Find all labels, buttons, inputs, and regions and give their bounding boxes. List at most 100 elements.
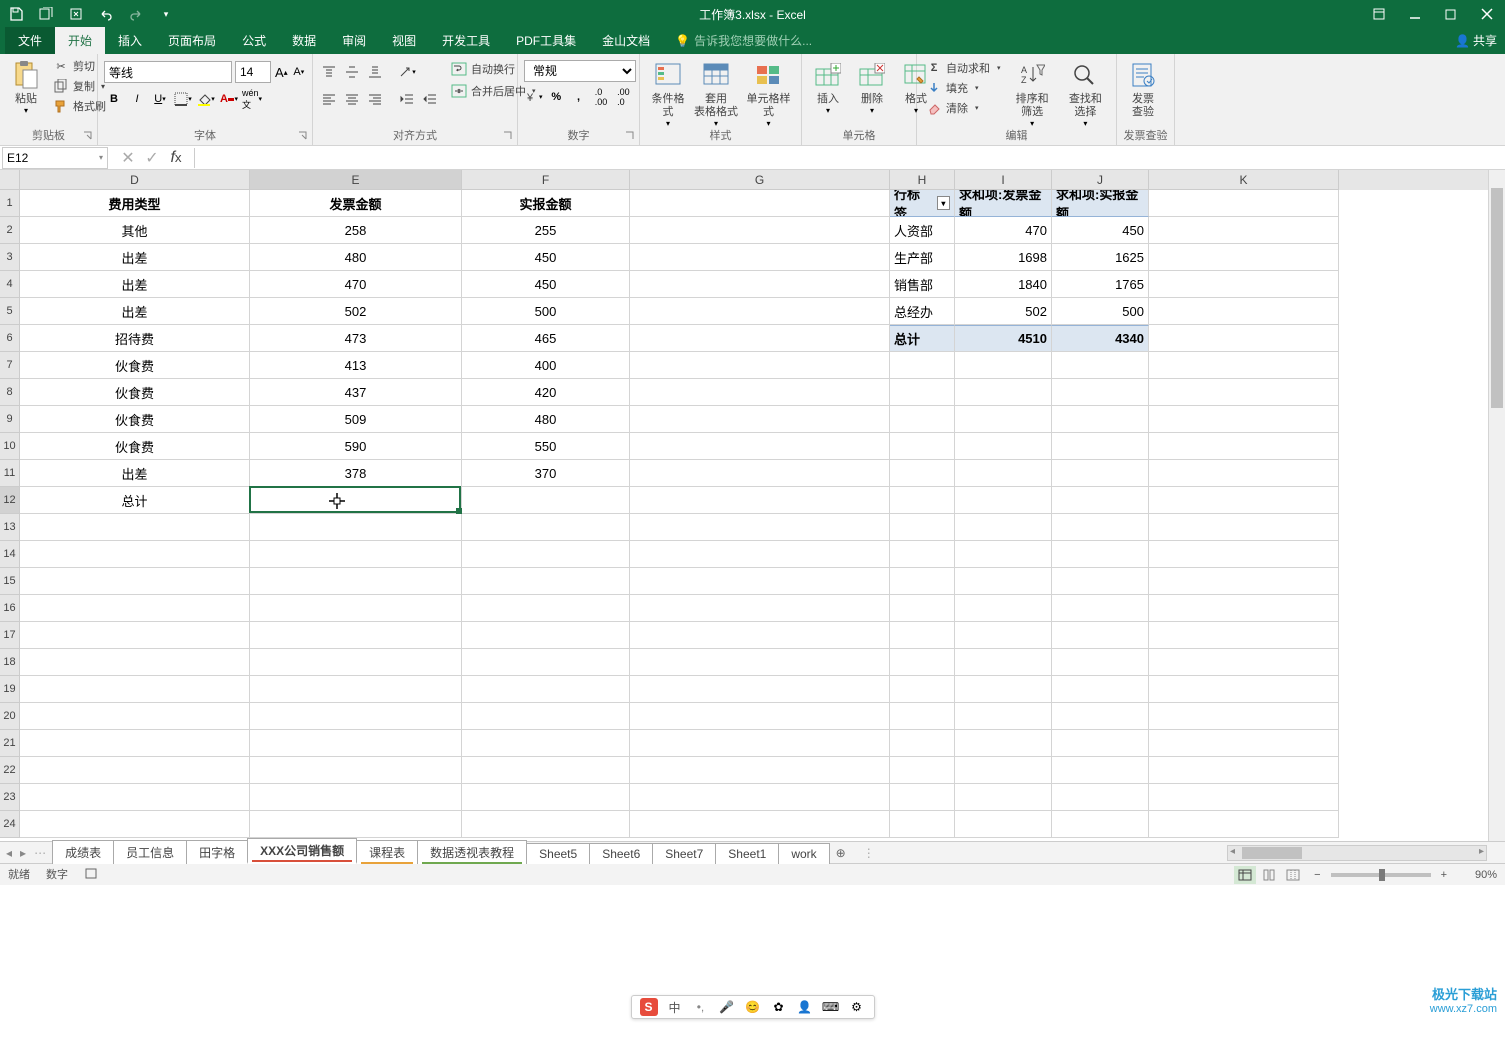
indent-decrease-icon[interactable] bbox=[397, 88, 417, 110]
view-page-break-icon[interactable] bbox=[1282, 866, 1304, 884]
cell-D17[interactable] bbox=[20, 622, 250, 649]
cell-K19[interactable] bbox=[1149, 676, 1339, 703]
number-launcher-icon[interactable] bbox=[625, 131, 637, 143]
cell-K1[interactable] bbox=[1149, 190, 1339, 217]
cell-D8[interactable]: 伙食费 bbox=[20, 379, 250, 406]
save-icon[interactable] bbox=[8, 6, 24, 22]
cell-J20[interactable] bbox=[1052, 703, 1149, 730]
cell-D6[interactable]: 招待费 bbox=[20, 325, 250, 352]
cell-K9[interactable] bbox=[1149, 406, 1339, 433]
italic-button[interactable]: I bbox=[127, 88, 147, 110]
fx-icon[interactable]: fx bbox=[164, 148, 188, 168]
cell-H3[interactable]: 生产部 bbox=[890, 244, 955, 271]
cell-J2[interactable]: 450 bbox=[1052, 217, 1149, 244]
increase-font-icon[interactable]: A▴ bbox=[274, 61, 289, 83]
cell-K10[interactable] bbox=[1149, 433, 1339, 460]
zoom-out-button[interactable]: − bbox=[1314, 869, 1320, 881]
horizontal-scrollbar[interactable]: ◂ ▸ bbox=[1227, 845, 1487, 861]
cell-J23[interactable] bbox=[1052, 784, 1149, 811]
cell-E15[interactable] bbox=[250, 568, 462, 595]
ime-emoji-icon[interactable]: 😊 bbox=[744, 998, 762, 1016]
cell-F4[interactable]: 450 bbox=[462, 271, 630, 298]
cell-F9[interactable]: 480 bbox=[462, 406, 630, 433]
cell-E18[interactable] bbox=[250, 649, 462, 676]
cell-F19[interactable] bbox=[462, 676, 630, 703]
row-header-19[interactable]: 19 bbox=[0, 676, 20, 703]
sort-filter-button[interactable]: AZ排序和筛选▾ bbox=[1008, 57, 1057, 130]
cell-J8[interactable] bbox=[1052, 379, 1149, 406]
cell-J17[interactable] bbox=[1052, 622, 1149, 649]
cell-J6[interactable]: 4340 bbox=[1052, 325, 1149, 352]
cell-K17[interactable] bbox=[1149, 622, 1339, 649]
cell-I5[interactable]: 502 bbox=[955, 298, 1052, 325]
cell-K16[interactable] bbox=[1149, 595, 1339, 622]
cell-J15[interactable] bbox=[1052, 568, 1149, 595]
align-top-icon[interactable] bbox=[319, 61, 339, 83]
row-header-24[interactable]: 24 bbox=[0, 811, 20, 838]
cell-D3[interactable]: 出差 bbox=[20, 244, 250, 271]
cell-D13[interactable] bbox=[20, 514, 250, 541]
row-header-2[interactable]: 2 bbox=[0, 217, 20, 244]
tell-me[interactable]: 💡 告诉我您想要做什么... bbox=[675, 32, 812, 54]
number-format-select[interactable]: 常规 bbox=[524, 60, 636, 82]
minimize-icon[interactable] bbox=[1397, 0, 1433, 28]
cell-K4[interactable] bbox=[1149, 271, 1339, 298]
percent-icon[interactable]: % bbox=[547, 86, 566, 108]
cell-G15[interactable] bbox=[630, 568, 890, 595]
column-header-G[interactable]: G bbox=[630, 170, 890, 190]
qat-dropdown-icon[interactable]: ▾ bbox=[158, 6, 174, 22]
cell-I1[interactable]: 求和项:发票金额 bbox=[955, 190, 1052, 217]
close-icon[interactable] bbox=[1469, 0, 1505, 28]
cell-F5[interactable]: 500 bbox=[462, 298, 630, 325]
cell-I17[interactable] bbox=[955, 622, 1052, 649]
cell-F1[interactable]: 实报金额 bbox=[462, 190, 630, 217]
cell-F8[interactable]: 420 bbox=[462, 379, 630, 406]
cell-F16[interactable] bbox=[462, 595, 630, 622]
cell-G2[interactable] bbox=[630, 217, 890, 244]
row-header-3[interactable]: 3 bbox=[0, 244, 20, 271]
cell-G5[interactable] bbox=[630, 298, 890, 325]
sheet-tab-XXX公司销售额[interactable]: XXX公司销售额 bbox=[247, 838, 357, 864]
qat-icon-3[interactable] bbox=[68, 6, 84, 22]
ime-keyboard-icon[interactable]: ⌨ bbox=[822, 998, 840, 1016]
cell-J10[interactable] bbox=[1052, 433, 1149, 460]
cell-H19[interactable] bbox=[890, 676, 955, 703]
cell-H23[interactable] bbox=[890, 784, 955, 811]
row-header-11[interactable]: 11 bbox=[0, 460, 20, 487]
cell-D1[interactable]: 费用类型 bbox=[20, 190, 250, 217]
cell-I11[interactable] bbox=[955, 460, 1052, 487]
paste-button[interactable]: 粘贴 ▾ bbox=[6, 57, 46, 117]
cell-J21[interactable] bbox=[1052, 730, 1149, 757]
row-header-21[interactable]: 21 bbox=[0, 730, 20, 757]
ime-lang-button[interactable]: 中 bbox=[666, 998, 684, 1016]
cell-D22[interactable] bbox=[20, 757, 250, 784]
tab-data[interactable]: 数据 bbox=[279, 27, 329, 54]
cell-G19[interactable] bbox=[630, 676, 890, 703]
cell-J19[interactable] bbox=[1052, 676, 1149, 703]
cell-E7[interactable]: 413 bbox=[250, 352, 462, 379]
font-name-select[interactable] bbox=[104, 61, 232, 83]
tab-pdf[interactable]: PDF工具集 bbox=[503, 27, 589, 54]
cell-G18[interactable] bbox=[630, 649, 890, 676]
cell-I15[interactable] bbox=[955, 568, 1052, 595]
cell-E9[interactable]: 509 bbox=[250, 406, 462, 433]
cell-F13[interactable] bbox=[462, 514, 630, 541]
redo-icon[interactable] bbox=[128, 6, 144, 22]
ime-punct-icon[interactable]: •, bbox=[692, 998, 710, 1016]
cell-D20[interactable] bbox=[20, 703, 250, 730]
cell-H17[interactable] bbox=[890, 622, 955, 649]
cell-E6[interactable]: 473 bbox=[250, 325, 462, 352]
cells-container[interactable]: 费用类型发票金额实报金额行标签▾求和项:发票金额求和项:实报金额其他258255… bbox=[20, 190, 1505, 841]
font-size-select[interactable] bbox=[235, 61, 271, 83]
cell-I3[interactable]: 1698 bbox=[955, 244, 1052, 271]
sheet-tab-数据透视表教程[interactable]: 数据透视表教程 bbox=[417, 840, 527, 864]
sheet-nav-first-icon[interactable]: ◂ bbox=[6, 846, 12, 860]
cell-K2[interactable] bbox=[1149, 217, 1339, 244]
decrease-font-icon[interactable]: A▾ bbox=[292, 61, 306, 83]
ribbon-options-icon[interactable] bbox=[1361, 0, 1397, 28]
cell-K22[interactable] bbox=[1149, 757, 1339, 784]
cell-G23[interactable] bbox=[630, 784, 890, 811]
orientation-icon[interactable]: ▾ bbox=[397, 61, 417, 83]
cell-I22[interactable] bbox=[955, 757, 1052, 784]
zoom-slider[interactable] bbox=[1331, 873, 1431, 877]
